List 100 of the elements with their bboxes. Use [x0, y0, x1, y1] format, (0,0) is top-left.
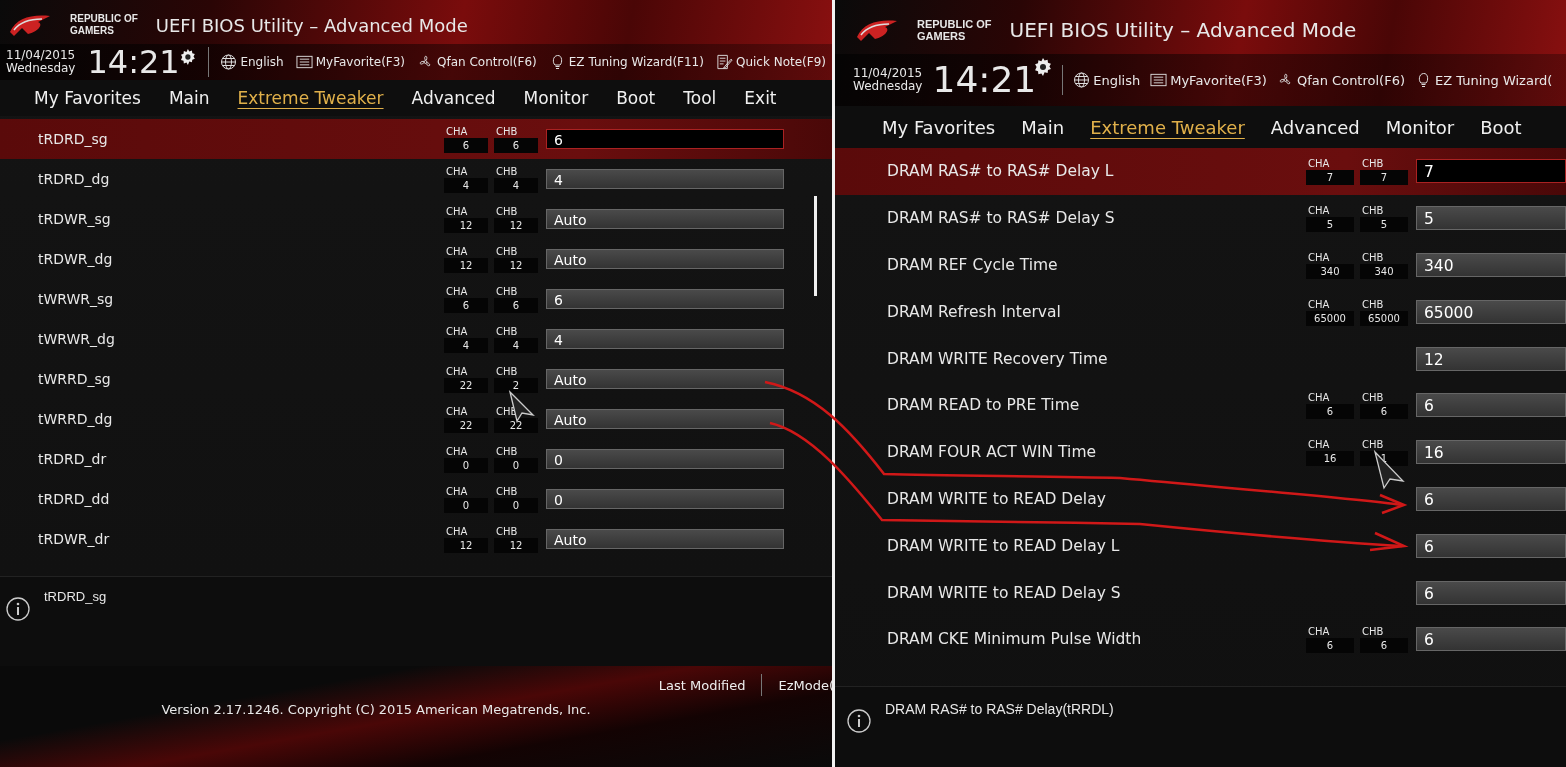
- footer-link[interactable]: Last Modified: [658, 674, 746, 696]
- value-field[interactable]: 4: [546, 329, 784, 349]
- value-field[interactable]: 6: [1416, 533, 1566, 558]
- setting-label: DRAM WRITE to READ Delay L: [887, 536, 1121, 555]
- channel-value: 0: [494, 498, 538, 513]
- channel-label: CHA: [445, 165, 469, 178]
- setting-row[interactable]: DRAM RAS# to RAS# Delay S CHA 5 CHB 5 5: [835, 194, 1566, 242]
- tab[interactable]: Advanced: [1257, 114, 1373, 140]
- value-field[interactable]: 0: [546, 489, 784, 509]
- value-field[interactable]: 16: [1416, 440, 1566, 465]
- setting-row[interactable]: DRAM CKE Minimum Pulse Width CHA 6 CHB 6 6: [835, 615, 1566, 663]
- setting-row[interactable]: tRDWR_sg CHA 12 CHB 12 Auto: [0, 199, 832, 239]
- tab[interactable]: Monitor: [1372, 114, 1468, 140]
- setting-row[interactable]: tRDRD_dr CHA 0 CHB 0 0: [0, 439, 832, 479]
- channel-label: CHB: [495, 365, 519, 378]
- toolbar-button[interactable]: Qfan Control(F6): [1276, 72, 1405, 88]
- channel-label: CHA: [1307, 438, 1331, 452]
- setting-label: tRDRD_dd: [38, 491, 111, 507]
- channel-value: 22: [494, 418, 538, 433]
- value-field[interactable]: 5: [1416, 206, 1566, 231]
- value-field[interactable]: 12: [1416, 346, 1566, 371]
- value-field[interactable]: 65000: [1416, 299, 1566, 324]
- channel-label: CHB: [495, 205, 519, 218]
- toolbar-button[interactable]: MyFavorite(F3): [1150, 72, 1267, 88]
- setting-row[interactable]: tRDRD_dd CHA 0 CHB 0 0: [0, 479, 832, 519]
- value-field[interactable]: 6: [1416, 393, 1566, 418]
- tab[interactable]: Advanced: [397, 86, 510, 110]
- setting-row[interactable]: tRDRD_sg CHA 6 CHB 6 6: [0, 119, 832, 159]
- clock-time: 14:21: [87, 45, 180, 79]
- setting-row[interactable]: DRAM WRITE to READ Delay 6: [835, 475, 1566, 523]
- setting-label: tWRWR_dg: [38, 331, 116, 347]
- setting-row[interactable]: DRAM Refresh Interval CHA 65000 CHB 65000 65000: [835, 288, 1566, 336]
- channel-value: 7: [1306, 170, 1354, 186]
- toolbar-button[interactable]: EZ Tuning Wizard(: [1415, 72, 1553, 88]
- tab[interactable]: Main: [154, 86, 224, 110]
- channel-value: 6: [1306, 404, 1354, 420]
- channel-label: CHB: [1361, 297, 1385, 311]
- setting-row[interactable]: DRAM WRITE to READ Delay S 6: [835, 569, 1566, 616]
- toolbar-button[interactable]: English: [220, 54, 284, 70]
- channel-value: 22: [444, 418, 488, 433]
- setting-row[interactable]: tRDRD_dg CHA 4 CHB 4 4: [0, 159, 832, 199]
- scrollbar[interactable]: [814, 196, 817, 296]
- setting-label: DRAM Refresh Interval: [887, 302, 1062, 321]
- value-field[interactable]: 340: [1416, 253, 1566, 277]
- setting-row[interactable]: tRDWR_dg CHA 12 CHB 12 Auto: [0, 239, 832, 279]
- value-field[interactable]: 6: [1416, 627, 1566, 652]
- channel-label: CHA: [1307, 625, 1331, 639]
- value-field[interactable]: Auto: [546, 249, 784, 269]
- date-text: 11/04/2015: [853, 67, 923, 80]
- tab[interactable]: Boot: [602, 86, 670, 110]
- channel-value: 340: [1306, 264, 1354, 279]
- value-field[interactable]: Auto: [546, 209, 784, 229]
- setting-row[interactable]: DRAM RAS# to RAS# Delay L CHA 7 CHB 7 7: [835, 148, 1566, 195]
- tab[interactable]: Monitor: [509, 86, 603, 110]
- channel-label: CHB: [1361, 251, 1385, 264]
- setting-label: tWRRD_dg: [38, 411, 114, 427]
- toolbar-button[interactable]: EZ Tuning Wizard(F11): [548, 54, 704, 70]
- setting-label: DRAM WRITE to READ Delay: [887, 489, 1107, 508]
- value-field[interactable]: 0: [546, 449, 784, 469]
- channel-value: 0: [444, 498, 488, 513]
- tab[interactable]: My Favorites: [869, 114, 1009, 140]
- brand-text: REPUBLIC OF: [70, 13, 138, 25]
- info-icon: [847, 709, 871, 733]
- value-field[interactable]: 6: [546, 129, 784, 149]
- value-field[interactable]: 7: [1416, 159, 1566, 184]
- tab[interactable]: Tool: [669, 86, 731, 110]
- channel-value: 22: [444, 378, 488, 393]
- value-field[interactable]: 6: [546, 289, 784, 309]
- value-field[interactable]: Auto: [546, 529, 784, 549]
- settings-icon[interactable]: [179, 48, 196, 66]
- channel-value: 12: [494, 538, 538, 553]
- setting-row[interactable]: tWRWR_sg CHA 6 CHB 6 6: [0, 279, 832, 319]
- tab[interactable]: Extreme Tweaker: [223, 86, 398, 110]
- value-field[interactable]: 6: [1416, 486, 1566, 511]
- setting-row[interactable]: tWRRD_sg CHA 22 CHB 2 Auto: [0, 359, 832, 399]
- channel-label: CHB: [495, 325, 519, 338]
- value-field[interactable]: 6: [1416, 580, 1566, 605]
- value-field[interactable]: Auto: [546, 409, 784, 429]
- toolbar-button[interactable]: Qfan Control(F6): [417, 54, 537, 70]
- value-field[interactable]: 4: [546, 169, 784, 189]
- toolbar-button[interactable]: MyFavorite(F3): [295, 54, 406, 70]
- settings-icon[interactable]: [1034, 58, 1053, 76]
- list-icon: [1150, 72, 1168, 88]
- value-field[interactable]: Auto: [546, 369, 784, 389]
- setting-row[interactable]: tWRWR_dg CHA 4 CHB 4 4: [0, 319, 832, 359]
- tab[interactable]: Main: [1008, 114, 1078, 140]
- tab[interactable]: Exit: [730, 86, 791, 110]
- setting-row[interactable]: DRAM READ to PRE Time CHA 6 CHB 6 6: [835, 382, 1566, 429]
- toolbar-button[interactable]: Quick Note(F9): [715, 54, 826, 70]
- setting-row[interactable]: tRDWR_dr CHA 12 CHB 12 Auto: [0, 519, 832, 559]
- setting-row[interactable]: DRAM WRITE Recovery Time 12: [835, 335, 1566, 382]
- setting-row[interactable]: DRAM WRITE to READ Delay L 6: [835, 522, 1566, 570]
- channel-label: CHB: [1361, 438, 1385, 452]
- channel-value: 12: [494, 258, 538, 273]
- tab[interactable]: Boot: [1467, 114, 1535, 140]
- toolbar-button[interactable]: English: [1073, 72, 1141, 88]
- tab[interactable]: Extreme Tweaker: [1077, 114, 1258, 140]
- setting-row[interactable]: DRAM REF Cycle Time CHA 340 CHB 340 340: [835, 241, 1566, 289]
- tab[interactable]: My Favorites: [20, 86, 155, 110]
- setting-label: tRDWR_sg: [38, 211, 112, 227]
